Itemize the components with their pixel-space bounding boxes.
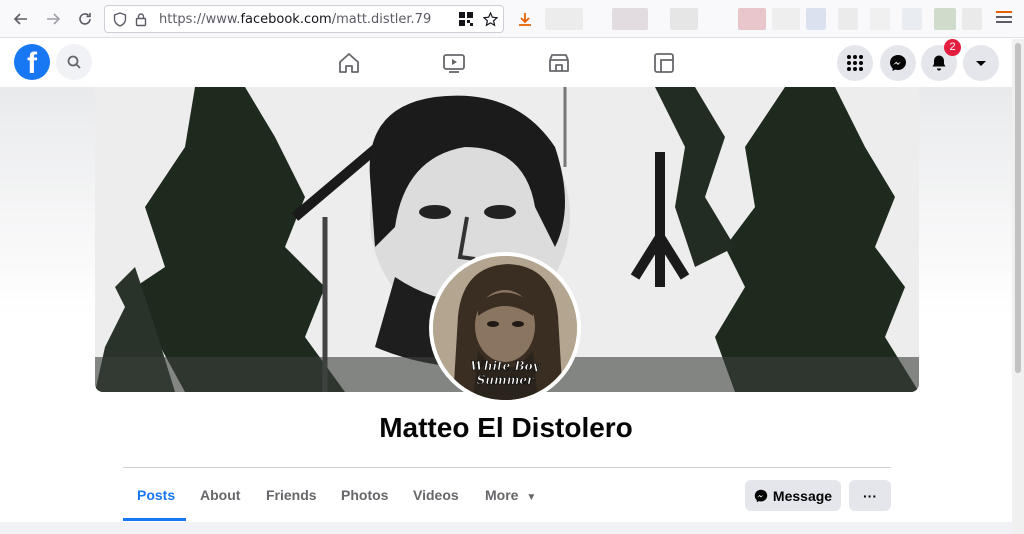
extension-icon[interactable] bbox=[902, 8, 922, 30]
browser-toolbar: https://www.facebook.com/matt.distler.79 bbox=[0, 0, 1024, 38]
hamburger-menu-icon[interactable] bbox=[996, 11, 1012, 25]
messenger-icon bbox=[754, 489, 768, 503]
account-caret-icon[interactable] bbox=[963, 45, 999, 81]
shield-icon[interactable] bbox=[113, 12, 127, 30]
active-tab-indicator bbox=[123, 518, 186, 521]
more-options-button[interactable]: ··· bbox=[849, 480, 891, 511]
extension-icon[interactable] bbox=[962, 8, 982, 30]
extension-icon[interactable] bbox=[806, 8, 826, 30]
message-button-label: Message bbox=[772, 487, 833, 504]
tab-videos[interactable]: Videos bbox=[413, 487, 459, 503]
url-bar[interactable]: https://www.facebook.com/matt.distler.79 bbox=[104, 5, 504, 33]
marketplace-icon[interactable] bbox=[545, 49, 573, 77]
watch-video-icon[interactable] bbox=[440, 49, 468, 77]
tab-posts[interactable]: Posts bbox=[137, 487, 175, 503]
extension-icon[interactable] bbox=[870, 8, 890, 30]
profile-name: Matteo El Distolero bbox=[379, 412, 633, 443]
extension-icon[interactable] bbox=[670, 8, 698, 30]
extension-icon[interactable] bbox=[934, 8, 956, 30]
tab-more-label: More bbox=[485, 487, 519, 503]
gaming-icon[interactable] bbox=[650, 49, 678, 77]
home-icon[interactable] bbox=[335, 49, 363, 77]
avatar-caption-line2: Summer bbox=[477, 373, 535, 387]
avatar-caption-line1: White Boy bbox=[470, 359, 540, 373]
search-icon[interactable] bbox=[56, 44, 92, 80]
tab-friends[interactable]: Friends bbox=[266, 487, 317, 503]
notification-count-badge: 2 bbox=[944, 39, 961, 56]
apps-menu-icon[interactable] bbox=[837, 45, 873, 81]
tabs-divider bbox=[123, 467, 891, 468]
extension-icon[interactable] bbox=[772, 8, 800, 30]
feed-background bbox=[0, 522, 1012, 534]
qr-code-icon[interactable] bbox=[459, 12, 473, 29]
scrollbar-thumb[interactable] bbox=[1015, 43, 1021, 373]
forward-arrow-icon[interactable] bbox=[42, 8, 64, 30]
back-arrow-icon[interactable] bbox=[10, 8, 32, 30]
lock-icon[interactable] bbox=[135, 12, 147, 30]
download-icon[interactable] bbox=[514, 8, 536, 30]
chevron-down-icon: ▼ bbox=[526, 492, 537, 503]
tab-more[interactable]: More ▼ bbox=[485, 487, 536, 503]
extension-icon[interactable] bbox=[838, 8, 858, 30]
facebook-logo-icon[interactable]: f bbox=[14, 44, 50, 80]
profile-avatar[interactable]: White Boy Summer bbox=[433, 256, 577, 400]
reload-icon[interactable] bbox=[74, 8, 96, 30]
scrollbar[interactable] bbox=[1012, 39, 1024, 534]
tab-photos[interactable]: Photos bbox=[341, 487, 388, 503]
url-text: https://www.facebook.com/matt.distler.79 bbox=[159, 12, 432, 27]
extension-icon[interactable] bbox=[612, 8, 648, 30]
messenger-icon[interactable] bbox=[880, 45, 916, 81]
extension-icon[interactable] bbox=[738, 8, 766, 30]
message-button[interactable]: Message bbox=[745, 480, 841, 511]
bookmark-star-icon[interactable] bbox=[482, 11, 499, 30]
extension-icon[interactable] bbox=[545, 8, 583, 30]
tab-about[interactable]: About bbox=[200, 487, 240, 503]
facebook-header: f 2 bbox=[0, 39, 1012, 87]
